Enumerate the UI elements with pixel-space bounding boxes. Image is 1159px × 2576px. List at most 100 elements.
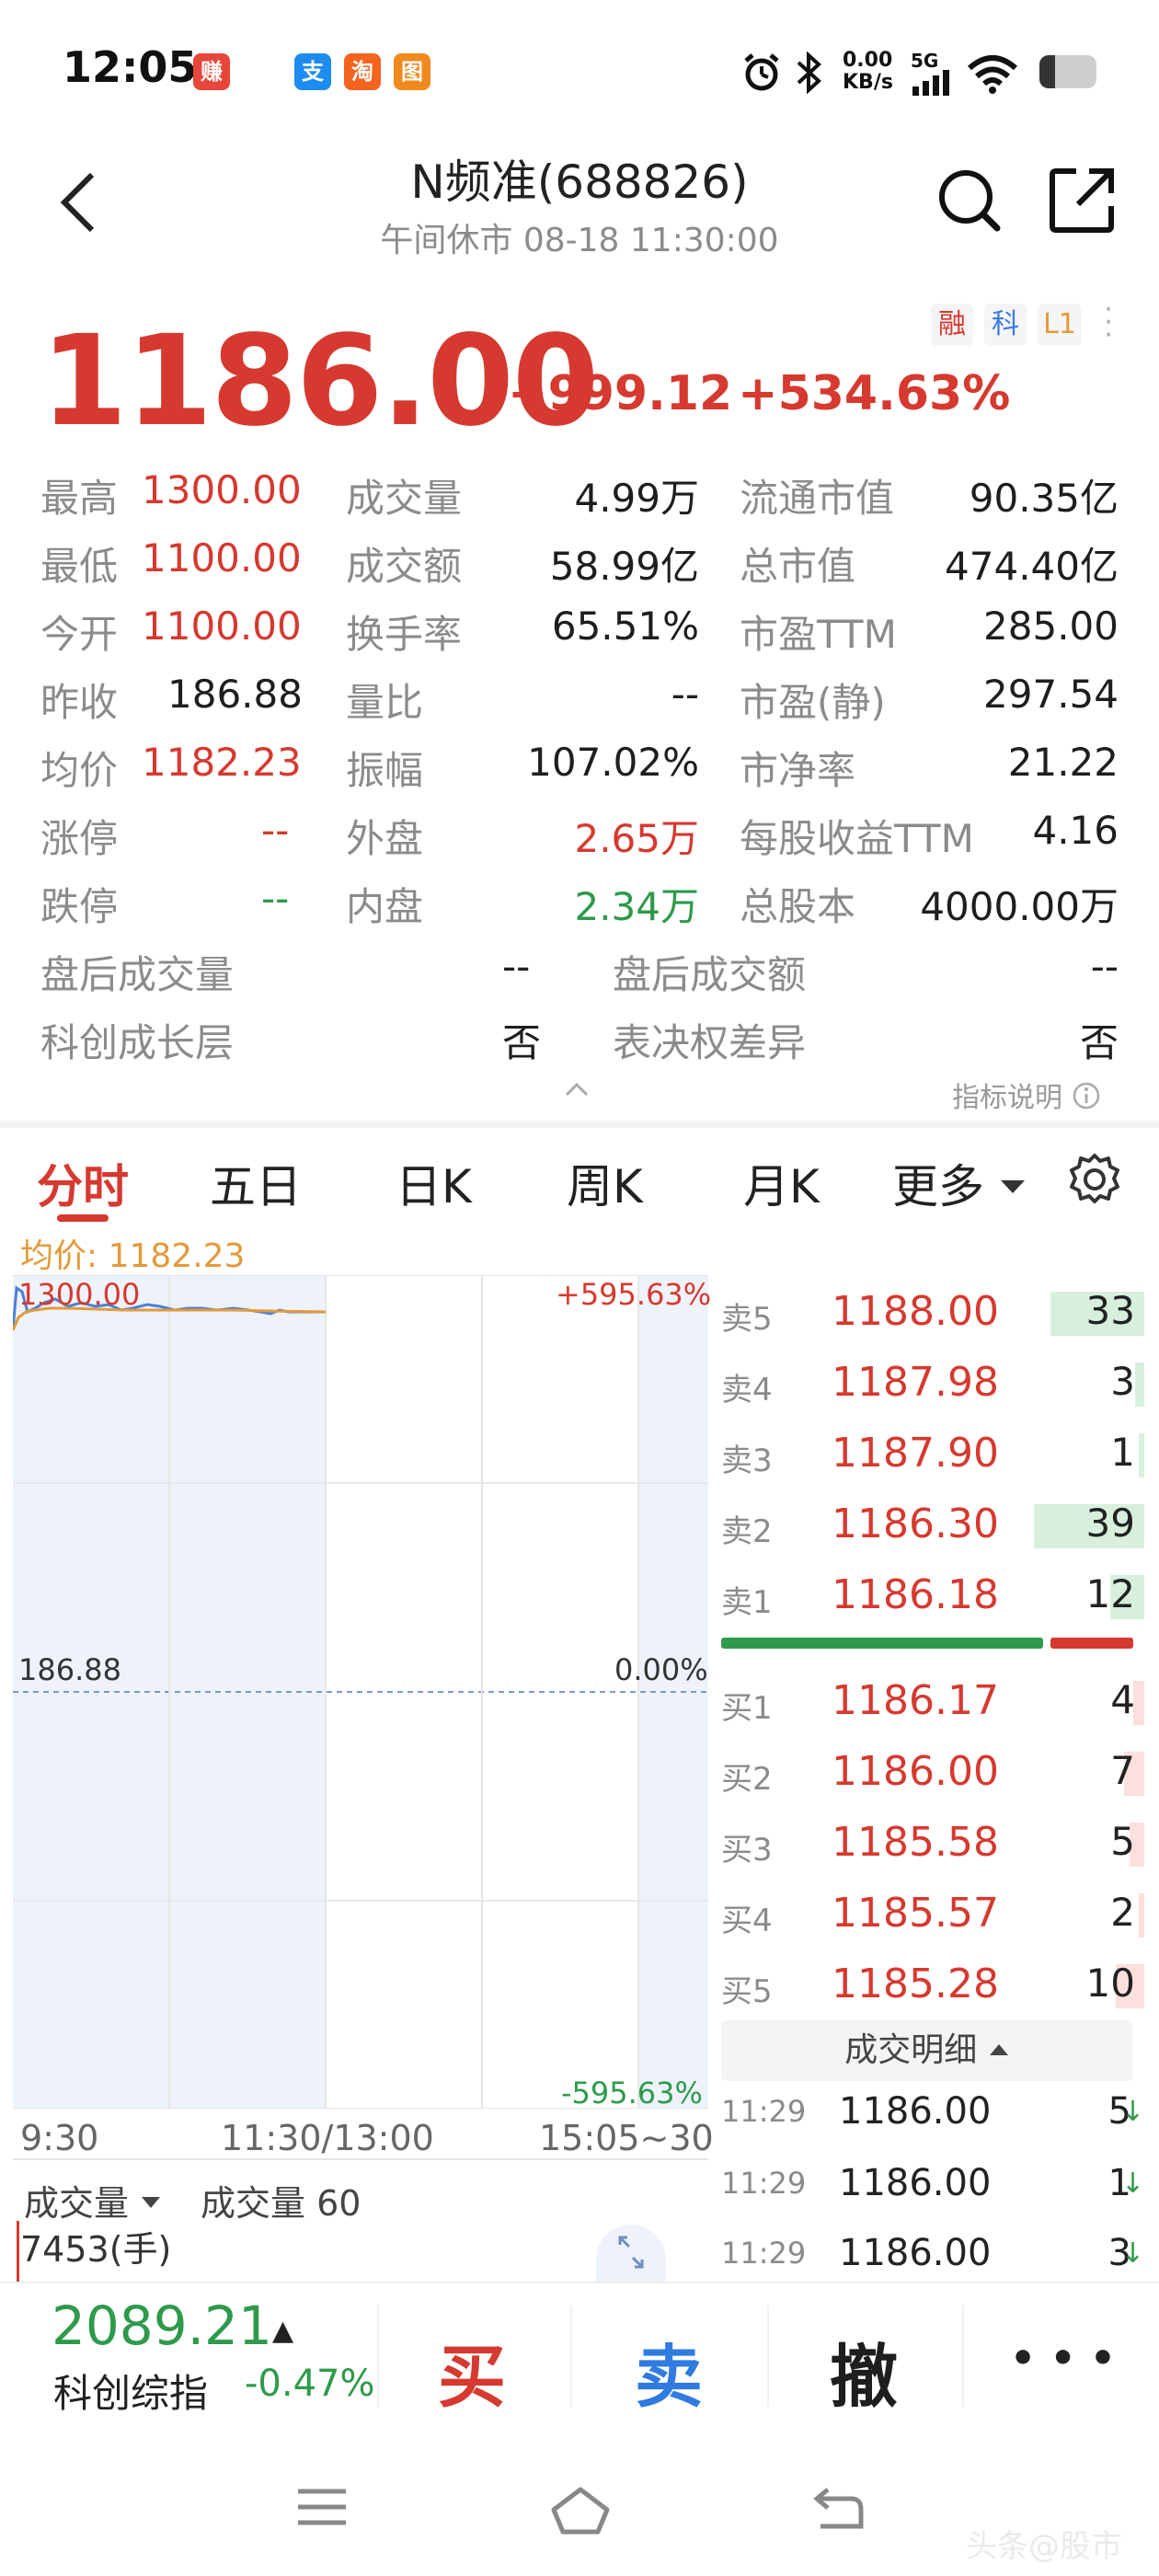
ask-price: 1186.30 bbox=[832, 1501, 999, 1547]
intraday-chart[interactable] bbox=[13, 1275, 708, 2109]
bid-volume: 4 bbox=[1110, 1677, 1135, 1722]
stat-label: 流通市值 bbox=[740, 476, 895, 521]
stat-label: 市盈TTM bbox=[740, 612, 897, 657]
stat-label: 科创成长层 bbox=[40, 1020, 235, 1065]
stat-label: 最低 bbox=[40, 544, 119, 589]
bid-row[interactable]: 买4 1185.57 2 bbox=[721, 1882, 1144, 1949]
stat-eps-ttm: 4.16 bbox=[1032, 808, 1119, 853]
stat-label: 换手率 bbox=[346, 612, 463, 657]
deal-price: 1186.00 bbox=[839, 2232, 992, 2274]
caret-down-icon bbox=[142, 2197, 161, 2208]
ask-volume: 1 bbox=[1110, 1430, 1135, 1475]
axis-open-time: 9:30 bbox=[20, 2118, 99, 2158]
divider bbox=[962, 2306, 964, 2407]
stat-after-amount: -- bbox=[1090, 944, 1119, 989]
stat-pe-ttm: 285.00 bbox=[983, 604, 1119, 649]
indicator-help-link[interactable]: 指标说明 bbox=[952, 1075, 1101, 1115]
tab-five-day[interactable]: 五日 bbox=[210, 1150, 302, 1216]
stat-avg: 1182.23 bbox=[142, 740, 302, 785]
ask-volume: 39 bbox=[1085, 1501, 1135, 1546]
ask-row[interactable]: 卖5 1188.00 33 bbox=[721, 1281, 1144, 1347]
bluetooth-icon bbox=[797, 52, 821, 94]
buy-button[interactable]: 买 bbox=[438, 2322, 506, 2421]
menu-icon[interactable] bbox=[294, 2484, 350, 2530]
deal-detail-header[interactable]: 成交明细 bbox=[721, 2020, 1133, 2081]
tab-intraday[interactable]: 分时 bbox=[37, 1150, 129, 1216]
tab-monthly-k[interactable]: 月K bbox=[743, 1150, 820, 1216]
bid-price: 1186.17 bbox=[832, 1677, 999, 1724]
back-nav-icon[interactable] bbox=[811, 2484, 866, 2532]
stat-label: 市盈(静) bbox=[740, 680, 886, 725]
bid-row[interactable]: 买1 1186.17 4 bbox=[721, 1670, 1144, 1736]
search-button[interactable] bbox=[931, 162, 1008, 239]
index-name: 科创综指 bbox=[53, 2371, 209, 2416]
stat-voting-diff: 否 bbox=[1079, 1020, 1119, 1065]
stat-label: 总股本 bbox=[740, 884, 856, 929]
volume-value: 7453(手) bbox=[20, 2229, 172, 2270]
bid-row[interactable]: 买5 1185.28 10 bbox=[721, 1953, 1144, 2019]
more-actions-button[interactable]: • • • bbox=[1010, 2335, 1116, 2382]
caret-up-icon bbox=[989, 2044, 1008, 2055]
bid-row[interactable]: 买2 1186.00 7 bbox=[721, 1741, 1144, 1807]
badge-more-icon[interactable]: · · · bbox=[1098, 296, 1119, 350]
chart-zero-pct: 0.00% bbox=[614, 1652, 708, 1687]
stat-open: 1100.00 bbox=[142, 604, 302, 649]
ask-row[interactable]: 卖2 1186.30 39 bbox=[721, 1493, 1144, 1559]
home-icon[interactable] bbox=[548, 2484, 613, 2536]
bid-row[interactable]: 买3 1185.58 5 bbox=[721, 1811, 1144, 1878]
axis-midday-time: 11:30/13:00 bbox=[221, 2118, 434, 2158]
stat-label: 均价 bbox=[40, 748, 119, 793]
cancel-order-button[interactable]: 撤 bbox=[830, 2322, 898, 2421]
share-button[interactable] bbox=[1043, 162, 1120, 239]
battery-icon bbox=[1039, 55, 1096, 88]
section-divider bbox=[0, 1121, 1159, 1128]
ask-row[interactable]: 卖1 1186.18 12 bbox=[721, 1564, 1144, 1630]
collapse-stats-button[interactable] bbox=[563, 1075, 591, 1105]
stat-float-cap: 90.35亿 bbox=[969, 476, 1119, 521]
ask-price: 1187.98 bbox=[832, 1359, 999, 1406]
ask-price: 1186.18 bbox=[832, 1571, 999, 1618]
stat-label: 最高 bbox=[40, 476, 119, 521]
volume-ma-label: 成交量 60 bbox=[201, 2183, 361, 2224]
stat-low: 1100.00 bbox=[142, 535, 302, 581]
stat-label: 每股收益TTM bbox=[740, 816, 974, 861]
stat-label: 总市值 bbox=[740, 544, 856, 589]
stat-label: 量比 bbox=[346, 680, 424, 725]
avg-price-label: 均价: 1182.23 bbox=[20, 1237, 246, 1275]
ask-row[interactable]: 卖4 1187.98 3 bbox=[721, 1351, 1144, 1418]
arrow-down-icon: ↓ bbox=[1120, 2168, 1144, 2200]
arrow-down-icon: ↓ bbox=[1120, 2237, 1144, 2270]
deal-detail-title: 成交明细 bbox=[844, 2031, 978, 2069]
stat-prev-close: 186.88 bbox=[167, 672, 303, 717]
taobao-app-icon: 淘 bbox=[344, 53, 381, 90]
stat-growth-tier: 否 bbox=[502, 1020, 542, 1065]
deal-time: 11:29 bbox=[721, 2094, 807, 2129]
stat-label: 盘后成交量 bbox=[40, 952, 235, 997]
signal-icon bbox=[912, 70, 949, 96]
chart-settings-button[interactable] bbox=[1065, 1150, 1124, 1213]
bid-level-label: 买4 bbox=[721, 1903, 773, 1939]
chart-bottom-pct: -595.63% bbox=[561, 2076, 703, 2110]
tab-more[interactable]: 更多 bbox=[892, 1150, 1027, 1216]
sell-button[interactable]: 卖 bbox=[635, 2322, 703, 2421]
volume-indicator-selector[interactable]: 成交量 bbox=[24, 2175, 162, 2225]
tab-weekly-k[interactable]: 周K bbox=[567, 1150, 643, 1216]
stat-amplitude: 107.02% bbox=[527, 740, 699, 785]
index-change: -0.47% bbox=[245, 2363, 375, 2405]
expand-chart-button[interactable] bbox=[596, 2225, 666, 2282]
margin-badge: 融 bbox=[931, 304, 973, 346]
bid-volume: 10 bbox=[1085, 1961, 1135, 2006]
status-time: 12:05 bbox=[63, 42, 198, 92]
volume-divider bbox=[13, 2158, 708, 2160]
level1-badge: L1 bbox=[1038, 304, 1082, 346]
alipay-app-icon: 支 bbox=[294, 53, 331, 90]
chevron-up-icon bbox=[565, 1082, 589, 1097]
stat-label: 跌停 bbox=[40, 884, 119, 929]
ask-row[interactable]: 卖3 1187.90 1 bbox=[721, 1422, 1144, 1489]
divider bbox=[570, 2306, 572, 2407]
ask-level-label: 卖5 bbox=[721, 1301, 773, 1338]
stat-limit-down: -- bbox=[261, 876, 290, 921]
ask-price: 1188.00 bbox=[832, 1288, 999, 1335]
stat-turnover-rate: 65.51% bbox=[551, 604, 699, 649]
tab-daily-k[interactable]: 日K bbox=[396, 1150, 472, 1216]
